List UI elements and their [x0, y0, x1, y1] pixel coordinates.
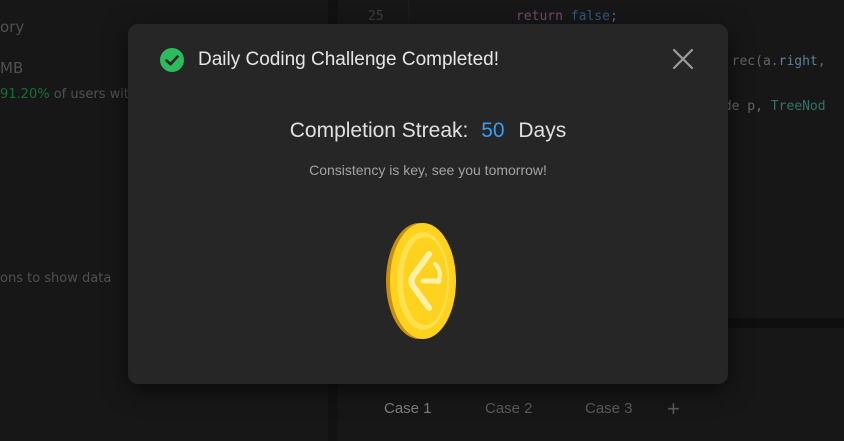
modal-subtitle: Consistency is key, see you tomorrow! [309, 162, 547, 178]
streak-unit: Days [518, 119, 567, 142]
coin-icon [383, 220, 463, 342]
check-circle-icon [160, 48, 184, 72]
streak-line: Completion Streak: 50 Days [128, 119, 728, 143]
streak-modal: Daily Coding Challenge Completed! Comple… [128, 24, 728, 384]
close-icon[interactable] [670, 46, 696, 72]
streak-label: Completion Streak: [289, 119, 469, 142]
streak-value: 50 [481, 119, 505, 142]
modal-title: Daily Coding Challenge Completed! [198, 49, 500, 70]
